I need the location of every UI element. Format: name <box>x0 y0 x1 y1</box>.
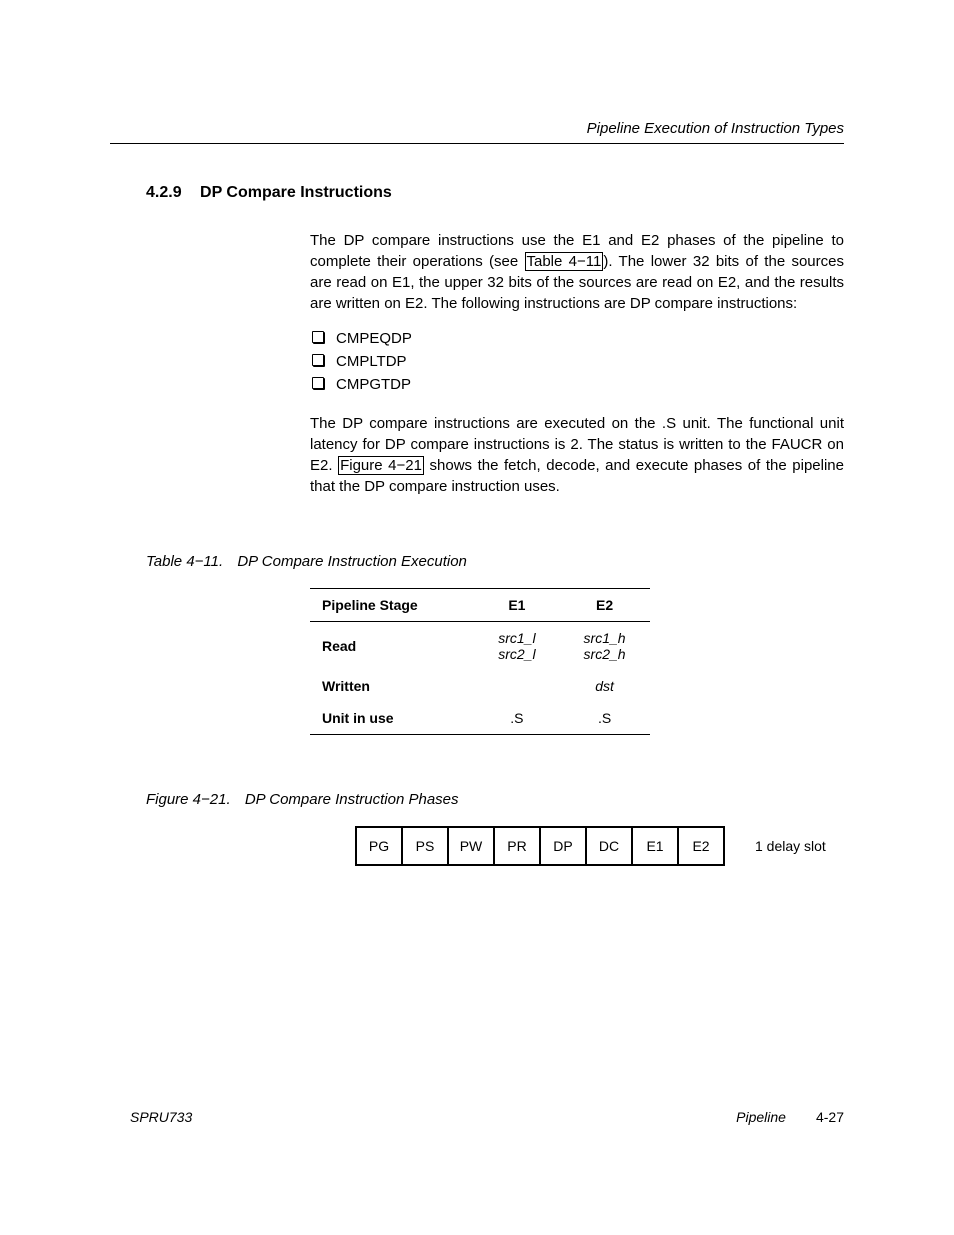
bullet-list: CMPEQDP CMPLTDP CMPGTDP <box>310 328 844 395</box>
phase-cell: DC <box>587 828 633 864</box>
paragraph-2: The DP compare instructions are executed… <box>310 413 844 497</box>
phase-diagram: PG PS PW PR DP DC E1 E2 1 delay slot <box>355 826 844 866</box>
execution-table: Pipeline Stage E1 E2 Read src1_l src2_l … <box>310 588 650 735</box>
section-heading: 4.2.9 DP Compare Instructions <box>146 184 844 202</box>
th-stage: Pipeline Stage <box>310 589 475 622</box>
phase-row: PG PS PW PR DP DC E1 E2 <box>355 826 725 866</box>
table-caption: Table 4−11. DP Compare Instruction Execu… <box>146 553 844 570</box>
paragraph-1: The DP compare instructions use the E1 a… <box>310 230 844 314</box>
row-label: Written <box>310 670 475 702</box>
row-label: Unit in use <box>310 702 475 735</box>
page: Pipeline Execution of Instruction Types … <box>0 0 954 1235</box>
th-e2: E2 <box>559 589 650 622</box>
phase-cell: DP <box>541 828 587 864</box>
cell-val: src2_l <box>498 646 535 662</box>
table-caption-title: DP Compare Instruction Execution <box>237 553 467 570</box>
cell-val: src2_h <box>584 646 626 662</box>
table-row: Read src1_l src2_l src1_h src2_h <box>310 622 650 671</box>
cell: .S <box>475 702 559 735</box>
list-item: CMPEQDP <box>310 328 844 349</box>
body-text: The DP compare instructions use the E1 a… <box>310 230 844 497</box>
row-label: Read <box>310 622 475 671</box>
table-row: Unit in use .S .S <box>310 702 650 735</box>
list-item: CMPLTDP <box>310 351 844 372</box>
page-number: 4-27 <box>816 1109 844 1125</box>
phase-cell: PG <box>357 828 403 864</box>
phase-cell: PW <box>449 828 495 864</box>
table-header-row: Pipeline Stage E1 E2 <box>310 589 650 622</box>
cell: .S <box>559 702 650 735</box>
phase-cell: E1 <box>633 828 679 864</box>
figure-ref-link[interactable]: Figure 4−21 <box>338 456 424 475</box>
cell: src1_l src2_l <box>475 622 559 671</box>
section-title: DP Compare Instructions <box>200 184 392 201</box>
section-number: 4.2.9 <box>146 184 182 201</box>
list-item: CMPGTDP <box>310 374 844 395</box>
figure-caption: Figure 4−21. DP Compare Instruction Phas… <box>146 791 844 808</box>
phase-cell: PS <box>403 828 449 864</box>
running-head: Pipeline Execution of Instruction Types <box>110 120 844 144</box>
figure-caption-label: Figure 4−21. <box>146 791 231 808</box>
phase-note: 1 delay slot <box>755 838 826 854</box>
table-caption-label: Table 4−11. <box>146 553 223 570</box>
table-row: Written dst <box>310 670 650 702</box>
cell: src1_h src2_h <box>559 622 650 671</box>
th-e1: E1 <box>475 589 559 622</box>
table-ref-link[interactable]: Table 4−11 <box>525 252 604 271</box>
cell <box>475 670 559 702</box>
cell: dst <box>559 670 650 702</box>
phase-cell: PR <box>495 828 541 864</box>
cell-val: src1_l <box>498 630 535 646</box>
cell-val: dst <box>595 678 614 694</box>
phase-cell: E2 <box>679 828 725 864</box>
cell-val: src1_h <box>584 630 626 646</box>
doc-id: SPRU733 <box>130 1109 192 1125</box>
chapter-name: Pipeline <box>736 1109 786 1125</box>
figure-caption-title: DP Compare Instruction Phases <box>245 791 459 808</box>
page-footer: SPRU733 Pipeline 4-27 <box>130 1109 844 1125</box>
